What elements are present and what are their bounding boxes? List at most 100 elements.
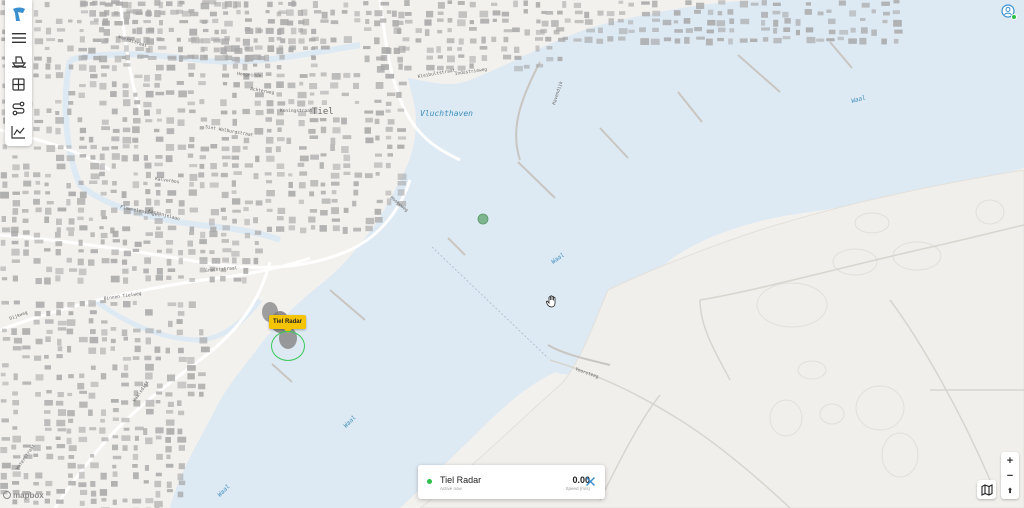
building — [0, 447, 8, 454]
building — [126, 2, 132, 9]
building — [224, 36, 230, 41]
building — [706, 29, 714, 34]
ship-icon[interactable] — [8, 50, 30, 72]
building — [187, 365, 196, 371]
building — [12, 208, 19, 215]
building — [144, 109, 150, 116]
building — [165, 437, 171, 443]
building — [437, 55, 443, 59]
route-icon[interactable] — [8, 97, 30, 119]
building — [112, 181, 117, 186]
zoom-in-button[interactable]: + — [1001, 453, 1019, 468]
building — [101, 258, 110, 264]
building — [288, 216, 296, 224]
building — [374, 10, 383, 17]
building — [447, 18, 453, 23]
buoy-marker[interactable] — [477, 213, 489, 225]
building — [278, 1, 283, 5]
building — [144, 74, 150, 82]
building — [211, 172, 219, 177]
building — [783, 27, 791, 32]
building — [320, 38, 327, 44]
building — [56, 419, 66, 427]
app-logo-icon[interactable] — [8, 3, 30, 25]
building — [167, 401, 174, 407]
profile-button[interactable] — [1001, 4, 1017, 20]
building — [245, 46, 254, 52]
building — [178, 410, 185, 416]
building — [24, 171, 29, 177]
building — [56, 163, 66, 170]
building — [134, 435, 139, 441]
close-icon[interactable] — [583, 474, 598, 489]
radar-marker-label[interactable]: Tiel Radar — [269, 315, 306, 333]
building — [707, 19, 716, 26]
building — [112, 471, 118, 477]
building — [148, 45, 153, 53]
building — [385, 162, 391, 169]
building — [78, 426, 86, 433]
building — [176, 37, 181, 42]
hamburger-menu-icon[interactable] — [8, 27, 30, 49]
building — [134, 144, 139, 149]
building — [78, 239, 83, 246]
building — [608, 18, 614, 26]
building — [375, 82, 384, 89]
building — [330, 172, 340, 179]
building — [132, 453, 139, 460]
building — [177, 302, 184, 308]
building — [111, 81, 117, 88]
building — [220, 99, 227, 107]
building — [155, 490, 161, 498]
building — [492, 10, 501, 16]
building — [234, 47, 243, 54]
zoom-out-button[interactable]: − — [1001, 468, 1019, 483]
building — [177, 428, 183, 435]
selected-radar-card[interactable]: Tiel Radar Active now 0.00 Speed (m/s) — [418, 465, 605, 499]
building — [266, 108, 274, 114]
building — [44, 216, 50, 223]
building — [115, 1, 124, 6]
selected-radar-ring[interactable] — [271, 331, 305, 361]
building — [685, 28, 693, 33]
building — [491, 36, 497, 42]
building — [101, 126, 110, 131]
building — [166, 428, 175, 435]
building — [291, 0, 296, 7]
building — [45, 27, 52, 35]
building — [170, 9, 179, 15]
building — [123, 427, 130, 431]
compass-button[interactable]: ⬆ — [1001, 483, 1019, 498]
building — [110, 275, 120, 283]
building — [189, 136, 195, 143]
building — [264, 172, 272, 176]
building — [341, 117, 347, 125]
map-viewport[interactable]: Vluchthaven Waal Waal Waal Waal Tiel Wee… — [0, 0, 1024, 508]
building — [405, 19, 413, 24]
building — [155, 435, 162, 440]
building — [353, 227, 362, 232]
building — [266, 136, 274, 144]
map-style-button[interactable] — [977, 480, 996, 499]
building — [253, 217, 258, 224]
map-canvas[interactable]: Vluchthaven Waal Waal Waal Waal Tiel Wee… — [0, 0, 1024, 508]
building — [57, 145, 64, 150]
building — [112, 455, 122, 460]
building — [81, 55, 88, 60]
mapbox-logo-icon — [3, 491, 11, 499]
puzzle-icon[interactable] — [8, 74, 30, 96]
building — [0, 399, 7, 403]
building — [244, 232, 251, 239]
building — [220, 207, 226, 212]
building — [132, 137, 139, 143]
building — [122, 136, 132, 144]
building — [199, 155, 206, 160]
building — [67, 392, 73, 397]
building — [35, 374, 44, 381]
building — [222, 64, 227, 71]
chart-icon[interactable] — [8, 121, 30, 143]
building — [717, 37, 724, 42]
mapbox-logo[interactable]: mapbox — [3, 490, 44, 500]
building — [57, 207, 67, 212]
building — [424, 29, 430, 36]
